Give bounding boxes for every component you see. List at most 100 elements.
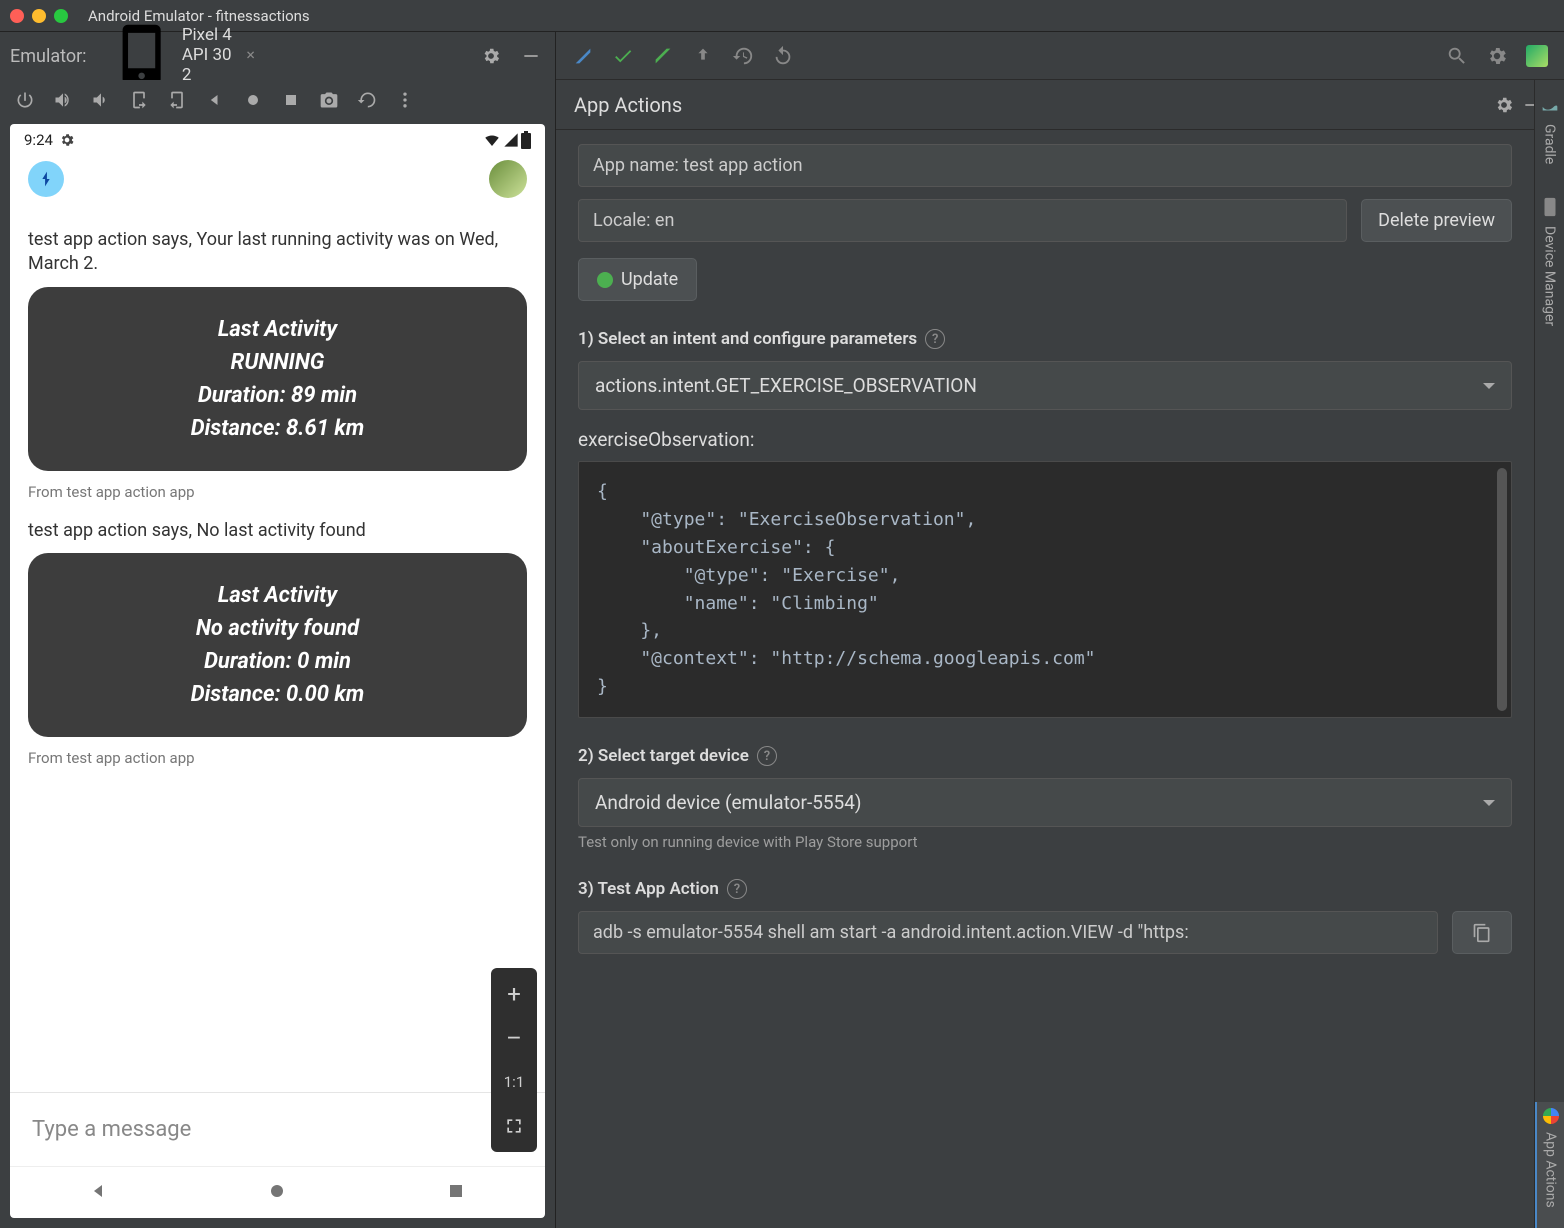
emulator-toolbar — [0, 80, 555, 120]
home-button[interactable] — [265, 1179, 289, 1207]
device-manager-icon — [1539, 196, 1561, 218]
locale-field[interactable]: Locale: en — [578, 199, 1347, 242]
navigation-toolbar — [556, 32, 1564, 80]
param-json-editor[interactable]: { "@type": "ExerciseObservation", "about… — [578, 461, 1512, 718]
search-icon[interactable] — [1444, 43, 1470, 69]
update-button-label: Update — [621, 269, 678, 290]
settings-status-icon — [59, 132, 75, 148]
close-tab-icon[interactable]: × — [246, 45, 255, 64]
help-icon[interactable]: ? — [727, 879, 747, 899]
gear-icon[interactable] — [477, 42, 505, 70]
app-actions-tool-tab[interactable]: App Actions — [1535, 1102, 1564, 1228]
chevron-down-icon — [1483, 800, 1495, 812]
help-icon[interactable]: ? — [757, 746, 777, 766]
ide-settings-icon[interactable] — [1484, 43, 1510, 69]
battery-icon — [521, 131, 531, 149]
gradle-icon — [1539, 94, 1561, 116]
copy-button[interactable] — [1452, 911, 1512, 954]
zoom-out-button[interactable]: – — [494, 1018, 534, 1058]
power-icon[interactable] — [12, 87, 38, 113]
card-type: RUNNING — [48, 350, 507, 375]
step1-label: 1) Select an intent and configure parame… — [578, 329, 917, 349]
overview-button[interactable] — [444, 1179, 468, 1207]
ide-right-area: App Actions App name: test app action Lo… — [556, 32, 1564, 1228]
emulator-tool-window: Emulator: Pixel 4 API 30 2 × — [0, 32, 556, 1228]
adb-command-field[interactable]: adb -s emulator-5554 shell am start -a a… — [578, 911, 1438, 954]
phone-screen: 9:24 test app action says, Your last run… — [10, 124, 545, 1218]
compose-bar[interactable]: Type a message — [10, 1092, 545, 1166]
card-duration: Duration: 89 min — [48, 383, 507, 408]
step2-label: 2) Select target device — [578, 746, 749, 766]
back-nav-icon[interactable] — [202, 87, 228, 113]
activity-card[interactable]: Last Activity No activity found Duration… — [28, 553, 527, 737]
traffic-lights — [10, 9, 68, 23]
pull-icon[interactable] — [690, 43, 716, 69]
param-label: exerciseObservation: — [578, 428, 1512, 451]
user-avatar[interactable] — [489, 160, 527, 198]
minimize-window-icon[interactable] — [32, 9, 46, 23]
fullscreen-icon[interactable] — [494, 1106, 534, 1146]
profile-avatar-icon[interactable] — [1524, 43, 1550, 69]
status-time: 9:24 — [24, 131, 53, 149]
card-title: Last Activity — [48, 317, 507, 342]
assistant-app-icon[interactable] — [28, 161, 64, 197]
card-source: From test app action app — [28, 483, 527, 501]
zoom-window-icon[interactable] — [54, 9, 68, 23]
device-hint: Test only on running device with Play St… — [578, 833, 1512, 851]
minimize-icon[interactable] — [517, 42, 545, 70]
delete-preview-button[interactable]: Delete preview — [1361, 199, 1512, 242]
push-icon[interactable] — [650, 43, 676, 69]
more-icon[interactable] — [392, 87, 418, 113]
help-icon[interactable]: ? — [925, 329, 945, 349]
history-icon[interactable] — [730, 43, 756, 69]
zoom-in-button[interactable]: + — [494, 974, 534, 1014]
app-name-field[interactable]: App name: test app action — [578, 144, 1512, 187]
phone-statusbar: 9:24 — [10, 124, 545, 156]
commit-icon[interactable] — [610, 43, 636, 69]
device-manager-label: Device Manager — [1542, 226, 1558, 326]
app-actions-body: App name: test app action Locale: en Del… — [556, 130, 1534, 1228]
undo-icon[interactable] — [770, 43, 796, 69]
compose-placeholder: Type a message — [32, 1117, 191, 1142]
record-icon[interactable] — [354, 87, 380, 113]
step3-label: 3) Test App Action — [578, 879, 719, 899]
back-button[interactable] — [87, 1179, 111, 1207]
emulator-tab-label: Pixel 4 API 30 2 — [182, 25, 235, 85]
intent-select[interactable]: actions.intent.GET_EXERCISE_OBSERVATION — [578, 361, 1512, 410]
device-select[interactable]: Android device (emulator-5554) — [578, 778, 1512, 827]
card-type: No activity found — [48, 616, 507, 641]
gradle-tool-tab[interactable]: Gradle — [1539, 88, 1561, 184]
app-actions-label: App Actions — [1543, 1132, 1559, 1208]
wifi-icon — [483, 131, 501, 149]
card-duration: Duration: 0 min — [48, 649, 507, 674]
card-source: From test app action app — [28, 749, 527, 767]
step-into-icon[interactable] — [570, 43, 596, 69]
panel-gear-icon[interactable] — [1490, 91, 1518, 119]
card-title: Last Activity — [48, 583, 507, 608]
close-window-icon[interactable] — [10, 9, 24, 23]
app-actions-header: App Actions — [556, 80, 1564, 130]
volume-down-icon[interactable] — [88, 87, 114, 113]
google-assistant-icon — [1543, 1108, 1559, 1124]
update-button[interactable]: Update — [578, 258, 697, 301]
overview-nav-icon[interactable] — [278, 87, 304, 113]
device-value: Android device (emulator-5554) — [595, 791, 862, 814]
assistant-utterance: test app action says, No last activity f… — [28, 519, 527, 543]
check-icon — [597, 272, 613, 288]
volume-up-icon[interactable] — [50, 87, 76, 113]
assistant-utterance: test app action says, Your last running … — [28, 228, 527, 277]
signal-icon — [503, 132, 519, 148]
zoom-reset-button[interactable]: 1:1 — [494, 1062, 534, 1102]
intent-value: actions.intent.GET_EXERCISE_OBSERVATION — [595, 374, 977, 397]
home-nav-icon[interactable] — [240, 87, 266, 113]
gradle-label: Gradle — [1542, 124, 1558, 164]
activity-card[interactable]: Last Activity RUNNING Duration: 89 min D… — [28, 287, 527, 471]
rotate-right-icon[interactable] — [164, 87, 190, 113]
screenshot-icon[interactable] — [316, 87, 342, 113]
emulator-zoom-controls: + – 1:1 — [491, 968, 537, 1152]
assistant-chat[interactable]: test app action says, Your last running … — [10, 208, 545, 1092]
device-manager-tool-tab[interactable]: Device Manager — [1539, 190, 1561, 346]
right-tool-strip: Gradle Device Manager App Actions — [1534, 80, 1564, 1228]
panel-title: App Actions — [574, 93, 682, 117]
rotate-left-icon[interactable] — [126, 87, 152, 113]
